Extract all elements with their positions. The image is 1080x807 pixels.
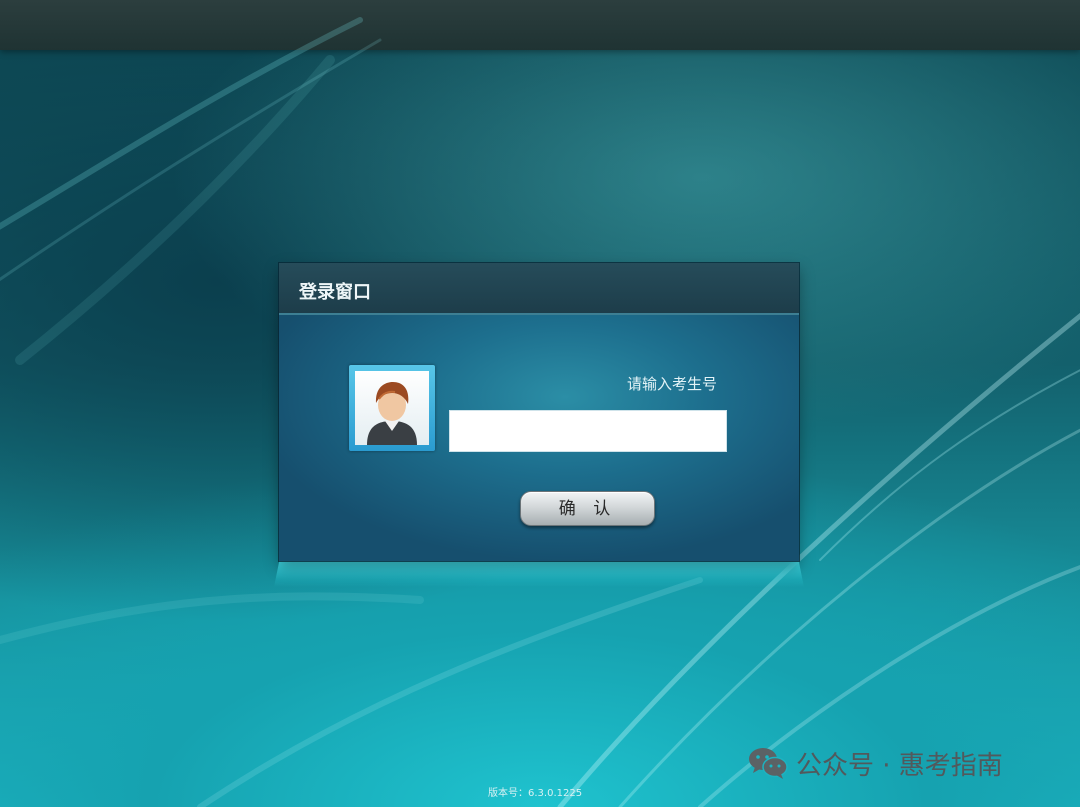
avatar [355,371,429,445]
dialog-header: 登录窗口 [279,263,799,315]
user-avatar-icon [367,382,417,445]
dialog-title: 登录窗口 [299,282,371,303]
confirm-button[interactable]: 确 认 [520,491,655,526]
watermark: 公众号 · 惠考指南 [748,745,1003,781]
login-dialog: 登录窗口 请输入考生号 确 认 [279,263,799,561]
dialog-reflection [274,561,804,587]
wechat-icon [749,748,788,779]
version-label: 版本号：6.3.0.1225 [488,788,583,799]
exam-id-input[interactable] [449,410,727,452]
watermark-text: 公众号 · 惠考指南 [796,750,1003,781]
avatar-frame [349,365,435,451]
exam-id-prompt: 请输入考生号 [627,375,718,393]
